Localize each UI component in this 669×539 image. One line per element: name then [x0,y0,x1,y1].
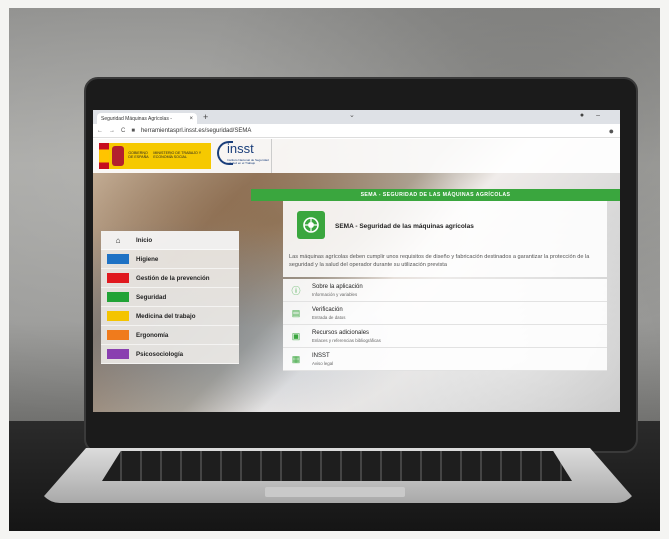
tab-strip: Seguridad Máquinas Agrícolas - × + ⌄ ●– [93,110,620,124]
color-chip [107,273,129,283]
tab-search-icon[interactable]: ⌄ [349,111,355,119]
link-insst[interactable]: ▦ INSST Aviso legal [283,348,607,371]
color-chip [107,311,129,321]
web-page: GOBIERNO DE ESPAÑA MINISTERIO DE TRABAJO… [93,139,620,412]
sidebar-item-label: Inicio [136,236,153,244]
page-banner: SEMA - SEGURIDAD DE LAS MÁQUINAS AGRÍCOL… [251,189,620,201]
color-chip [107,254,129,264]
forward-button[interactable]: → [109,128,115,134]
window-controls[interactable]: ●– [580,112,612,119]
gov-header: GOBIERNO DE ESPAÑA MINISTERIO DE TRABAJO… [93,139,620,173]
link-list: ⓘ Sobre la aplicación Información y vari… [283,279,607,371]
link-recursos-adicionales[interactable]: ▣ Recursos adicionales Enlaces y referen… [283,325,607,348]
building-icon: ▦ [291,353,301,364]
link-subtitle: Aviso legal [312,360,334,366]
link-subtitle: Enlaces y referencias bibliográficas [312,337,381,343]
keyboard [102,451,572,481]
link-title: INSST [312,352,330,359]
info-icon: ⓘ [291,285,301,296]
color-chip [107,349,129,359]
lock-icon: ■ [131,127,135,134]
gov-text: GOBIERNO DE ESPAÑA [128,151,149,159]
header-divider [271,139,272,173]
reload-button[interactable]: C [121,128,125,134]
tab-title: Seguridad Máquinas Agrícolas - [101,115,172,122]
trackpad [265,487,405,497]
sidebar-item-psicosociologia[interactable]: Psicosociología [101,345,239,364]
sidebar-item-label: Psicosociología [136,350,184,358]
browser-tab[interactable]: Seguridad Máquinas Agrícolas - × [97,113,197,124]
link-verificacion[interactable]: ▤ Verificación Entrada de datos [283,302,607,325]
gov-logo[interactable]: GOBIERNO DE ESPAÑA MINISTERIO DE TRABAJO… [99,143,211,169]
link-title: Verificación [312,306,343,313]
sidebar-item-label: Medicina del trabajo [136,312,196,320]
sidebar-item-medicina[interactable]: Medicina del trabajo [101,307,239,326]
insst-logo[interactable]: insst Instituto Nacional de Seguridad y … [217,141,269,171]
profile-icon[interactable]: ● [609,126,614,136]
link-subtitle: Entrada de datos [312,314,346,320]
browser-toolbar: ← → C ■ herramientasprl.insst.es/segurid… [93,124,620,138]
laptop-screen: Seguridad Máquinas Agrícolas - × + ⌄ ●– … [93,110,620,412]
ministry-text: MINISTERIO DE TRABAJO Y ECONOMÍA SOCIAL [153,151,202,159]
sidebar-item-label: Gestión de la prevención [136,274,210,282]
coat-of-arms-icon [111,146,125,166]
sidebar-item-ergonomia[interactable]: Ergonomía [101,326,239,345]
intro-description: Las máquinas agrícolas deben cumplir uno… [289,254,590,269]
sidebar-item-inicio[interactable]: ⌂ Inicio [101,231,239,250]
sidebar-item-higiene[interactable]: Higiene [101,250,239,269]
sidebar-item-label: Higiene [136,255,159,263]
insst-subtitle: Instituto Nacional de Seguridad y Salud … [227,158,269,166]
link-sobre-aplicacion[interactable]: ⓘ Sobre la aplicación Información y vari… [283,279,607,302]
intro-card: SEMA - Seguridad de las máquinas agrícol… [283,201,607,277]
inbox-icon: ▣ [291,330,301,341]
page-title: SEMA - Seguridad de las máquinas agrícol… [335,223,474,230]
sidebar-item-seguridad[interactable]: Seguridad [101,288,239,307]
flag-icon [99,143,109,169]
address-bar[interactable]: herramientasprl.insst.es/seguridad/SEMA [141,128,251,134]
link-title: Recursos adicionales [312,329,370,336]
sidebar-item-label: Seguridad [136,293,167,301]
link-subtitle: Información y variables [312,291,358,297]
back-button[interactable]: ← [97,128,103,134]
link-title: Sobre la aplicación [312,283,363,290]
color-chip [107,330,129,340]
tab-close-icon[interactable]: × [189,116,193,122]
color-chip [107,292,129,302]
home-icon: ⌂ [115,235,121,245]
calculator-icon: ▤ [291,307,301,318]
sidebar: ⌂ Inicio Higiene Gestión de la prevenció… [101,231,239,364]
tractor-wheel-icon [297,211,325,239]
insst-name: insst [227,141,254,156]
new-tab-button[interactable]: + [203,112,208,122]
sidebar-item-label: Ergonomía [136,331,169,339]
sidebar-item-gestion[interactable]: Gestión de la prevención [101,269,239,288]
